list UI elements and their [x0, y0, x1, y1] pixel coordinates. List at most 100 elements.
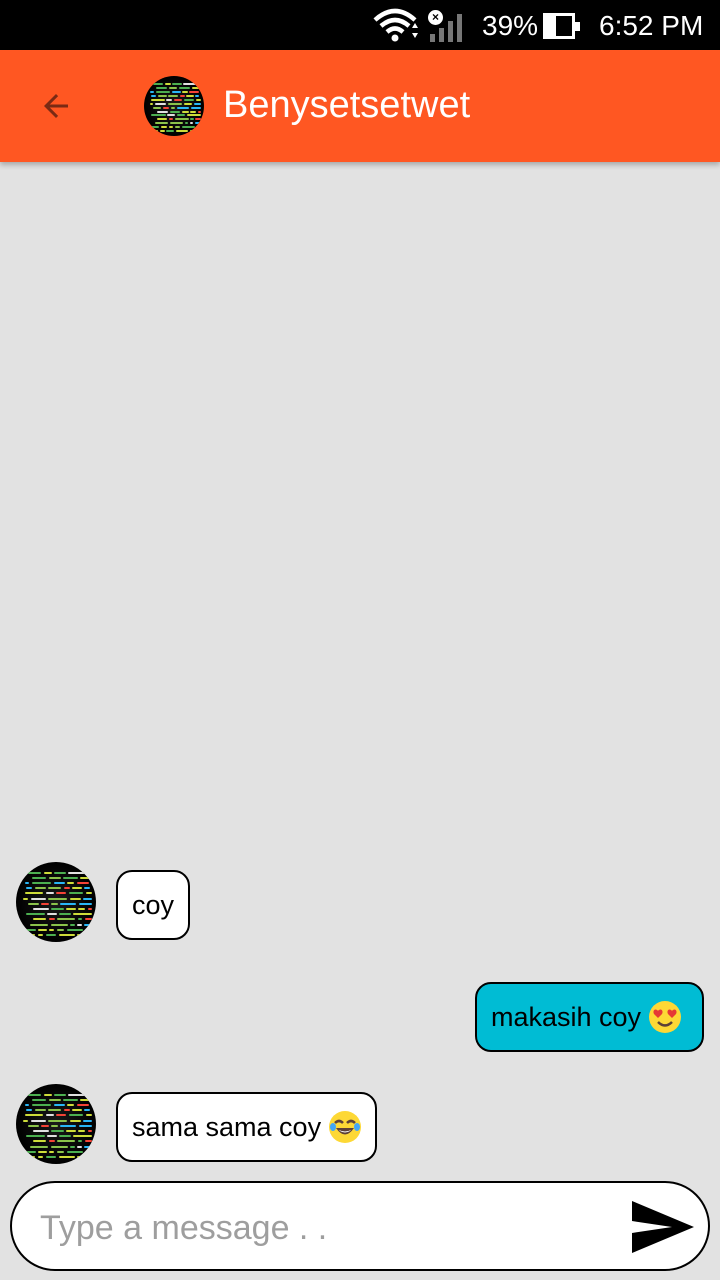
avatar-texture-line: [66, 928, 84, 931]
avatar-texture-line: [179, 87, 191, 90]
avatar-texture-line: [23, 1119, 29, 1122]
chat-title: Benysetsetwet: [223, 84, 471, 126]
avatar-texture-line: [47, 913, 58, 916]
avatar-texture-line: [53, 882, 65, 884]
no-sim-icon: ×: [428, 10, 443, 25]
avatar-texture-line: [66, 1150, 84, 1153]
battery-icon: [543, 13, 580, 39]
avatar-texture-line: [151, 114, 166, 117]
avatar-texture-line: [150, 98, 165, 101]
avatar-texture-line: [25, 892, 44, 895]
avatar-texture-line: [167, 102, 183, 105]
avatar-texture-line: [160, 126, 168, 129]
avatar-texture-line: [72, 913, 92, 916]
avatar-texture-line: [32, 908, 49, 910]
back-button[interactable]: [28, 78, 84, 134]
avatar-texture-line: [186, 114, 201, 117]
avatar-texture-line: [66, 1130, 76, 1132]
avatar-texture-line: [172, 91, 181, 93]
avatar-texture-line: [68, 871, 87, 874]
avatar-texture-line: [49, 928, 55, 931]
avatar-texture-line: [174, 118, 189, 121]
avatar-texture-line: [168, 118, 173, 121]
avatar-texture-line: [50, 1145, 68, 1148]
avatar-texture-line: [45, 1114, 54, 1117]
avatar-texture-line: [30, 923, 49, 926]
send-button[interactable]: [630, 1199, 696, 1255]
avatar-texture-line: [58, 934, 75, 936]
avatar-texture-line: [150, 126, 160, 129]
avatar-texture-line: [169, 122, 183, 125]
avatar-texture-line: [156, 110, 169, 113]
avatar-texture-line: [37, 934, 44, 936]
avatar-texture-line: [195, 122, 201, 125]
avatar-texture-line: [48, 1109, 62, 1112]
avatar-texture-line: [190, 130, 201, 132]
avatar-texture-line: [152, 106, 162, 109]
avatar-texture-line: [53, 1093, 67, 1096]
avatar-texture-line: [84, 918, 92, 921]
incoming-message[interactable]: sama sama coy: [116, 1092, 378, 1162]
avatar-texture-line: [67, 1104, 75, 1106]
avatar-texture-line: [182, 126, 195, 129]
avatar-texture-line: [170, 106, 176, 109]
avatar-texture-line: [57, 1140, 76, 1143]
avatar-texture-line: [41, 902, 50, 905]
avatar-texture-line: [32, 1140, 47, 1143]
avatar-texture-line: [190, 110, 197, 113]
avatar-texture-line: [48, 1140, 55, 1143]
avatar-texture-line: [172, 83, 182, 86]
battery-level: [546, 16, 557, 36]
avatar-texture-line: [24, 1104, 30, 1106]
message-composer: [10, 1181, 710, 1271]
avatar-texture-line: [184, 102, 193, 105]
avatar-texture-line: [84, 1140, 92, 1143]
sender-avatar[interactable]: [16, 1084, 96, 1164]
avatar-texture-line: [176, 114, 185, 117]
avatar-texture-line: [38, 1150, 47, 1153]
avatar-texture-line: [160, 130, 165, 132]
avatar-texture-line: [182, 91, 188, 93]
avatar-texture-line: [58, 1156, 75, 1158]
avatar-texture-line: [173, 98, 182, 101]
avatar-texture-line: [85, 928, 92, 931]
avatar-texture-line: [63, 1098, 78, 1101]
avatar-texture-line: [77, 1130, 86, 1132]
incoming-message[interactable]: coy: [116, 870, 191, 940]
avatar-texture-line: [27, 902, 39, 905]
avatar-texture-line: [24, 928, 37, 931]
outgoing-message[interactable]: makasih coy: [475, 982, 704, 1052]
avatar-texture-line: [84, 923, 92, 926]
avatar-texture-line: [70, 923, 75, 926]
avatar-texture-line: [195, 94, 200, 97]
avatar-texture-line: [192, 87, 201, 90]
avatar-texture-line: [29, 1156, 36, 1158]
avatar-texture-line: [88, 1093, 92, 1096]
avatar-texture-line: [176, 106, 190, 109]
sender-avatar[interactable]: [16, 862, 96, 942]
avatar-texture-line: [59, 902, 77, 905]
avatar-texture-line: [59, 1135, 71, 1138]
avatar-texture-line: [45, 934, 57, 936]
avatar-texture-line: [196, 98, 201, 101]
message-input[interactable]: [40, 1201, 620, 1255]
avatar-texture-line: [51, 908, 64, 910]
contact-avatar[interactable]: [144, 76, 204, 136]
avatar-texture-line: [87, 1130, 92, 1132]
avatar-texture-line: [63, 887, 71, 890]
avatar-texture-line: [38, 928, 47, 931]
avatar-texture-line: [32, 918, 47, 921]
avatar-texture-line: [48, 876, 61, 879]
avatar-texture-line: [77, 934, 92, 936]
avatar-texture-line: [43, 1093, 52, 1096]
avatar-texture-line: [68, 892, 84, 895]
avatar-texture-line: [47, 1135, 58, 1138]
avatar-texture-line: [68, 1114, 84, 1117]
avatar-texture-line: [51, 1130, 64, 1132]
avatar-texture-line: [78, 1124, 92, 1127]
avatar-texture-line: [53, 871, 67, 874]
avatar-texture-line: [69, 1119, 81, 1122]
avatar-texture-line: [179, 94, 185, 97]
arrow-back-icon: [44, 94, 68, 118]
message-text: makasih coy: [491, 1001, 642, 1032]
